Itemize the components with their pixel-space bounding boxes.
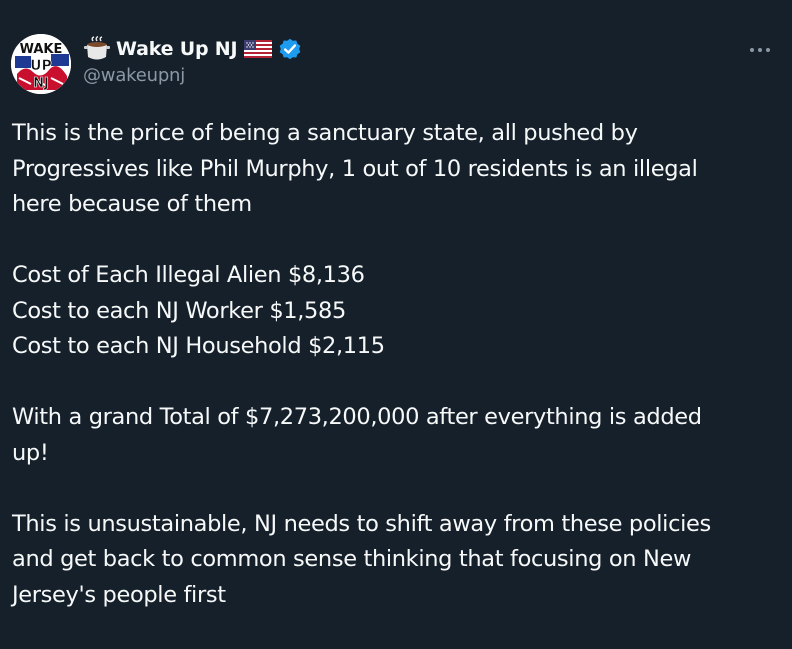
- us-flag-icon: [244, 40, 273, 58]
- display-name[interactable]: Wake Up NJ: [116, 38, 238, 60]
- more-options-icon: [750, 48, 770, 52]
- text-line: This is unsustainable, NJ needs to shift…: [12, 510, 711, 537]
- tweet-paragraph-2: Cost of Each Illegal Alien $8,136 Cost t…: [12, 258, 782, 365]
- avatar-text-2: UP: [30, 58, 52, 74]
- text-line: Cost of Each Illegal Alien $8,136: [12, 262, 365, 288]
- tweet-text: This is the price of being a sanctuary s…: [12, 116, 782, 649]
- text-line: Progressives like Phil Murphy, 1 out of …: [12, 155, 698, 182]
- tweet-header: Wake Up NJ @wakeupnj: [83, 34, 303, 94]
- text-line: Jersey's people first: [12, 581, 226, 608]
- text-line: Cost to each NJ Worker $1,585: [12, 297, 346, 324]
- name-row: Wake Up NJ: [83, 34, 303, 64]
- text-line: up!: [12, 439, 49, 466]
- text-line: This is the price of being a sanctuary s…: [12, 120, 638, 146]
- text-line: With a grand Total of $7,273,200,000 aft…: [12, 404, 702, 430]
- verified-badge-icon[interactable]: [277, 36, 303, 62]
- tweet-paragraph-1: This is the price of being a sanctuary s…: [12, 116, 782, 223]
- text-line: here because of them: [12, 191, 252, 217]
- avatar-text-1: WAKE: [20, 42, 63, 57]
- text-line: and get back to common sense thinking th…: [12, 546, 691, 572]
- tweet-paragraph-4: This is unsustainable, NJ needs to shift…: [12, 507, 782, 614]
- tweet-paragraph-3: With a grand Total of $7,273,200,000 aft…: [12, 400, 782, 471]
- avatar-image: WAKE UP NJ: [11, 34, 71, 94]
- pot-emoji-icon: [84, 35, 110, 60]
- avatar[interactable]: WAKE UP NJ: [11, 34, 71, 94]
- avatar-text-3: NJ: [33, 76, 49, 91]
- more-options-button[interactable]: [742, 38, 778, 62]
- tweet: WAKE UP NJ Wake Up NJ @wakeupnj This is …: [0, 0, 792, 609]
- text-line: Cost to each NJ Household $2,115: [12, 333, 385, 359]
- user-handle[interactable]: @wakeupnj: [83, 65, 303, 86]
